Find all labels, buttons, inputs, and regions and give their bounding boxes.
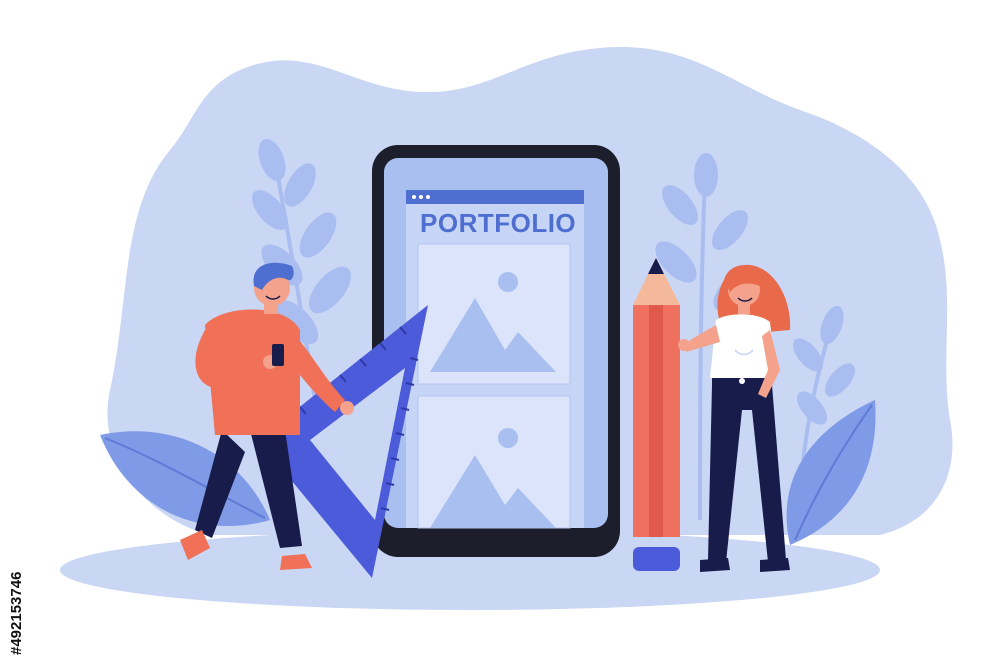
image-sun-icon [498,428,518,448]
portfolio-title: PORTFOLIO [420,208,576,238]
stock-id-watermark: #492153746 [6,420,26,660]
pencil [633,258,680,571]
stock-id-text: #492153746 [8,572,25,655]
browser-title-bar [406,190,584,204]
image-sun-icon [498,272,518,292]
portfolio-illustration: PORTFOLIO [0,0,1000,667]
